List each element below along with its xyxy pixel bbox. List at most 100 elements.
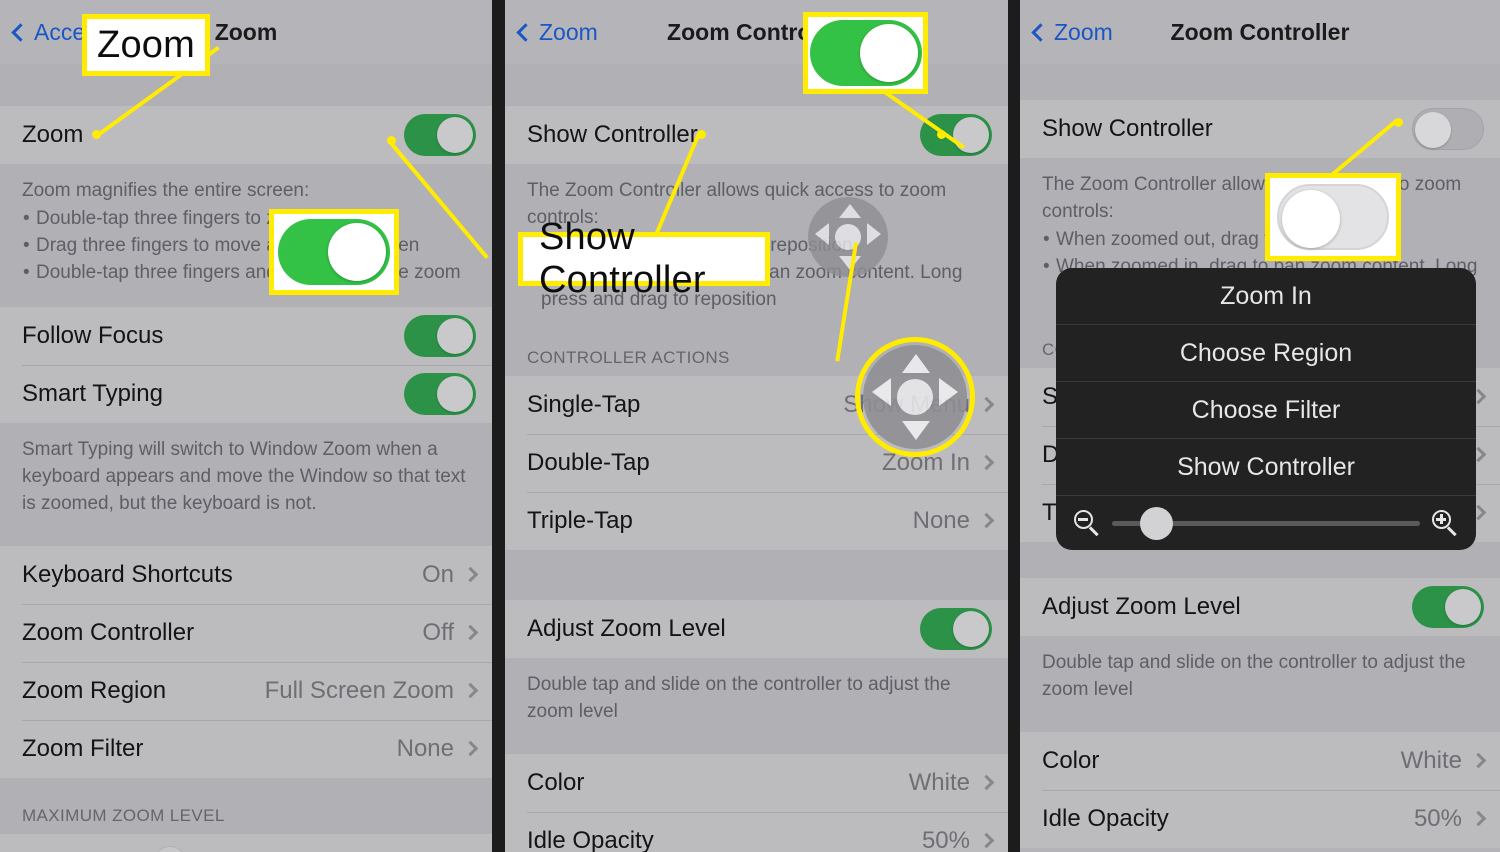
show-controller-toggle-magnified[interactable]: [809, 20, 922, 86]
row-smart-typing[interactable]: Smart Typing: [0, 364, 492, 423]
row-zoom-filter-value: None: [396, 734, 454, 762]
zoom-out-icon[interactable]: [1074, 510, 1100, 536]
zoom-options-group: Keyboard Shortcuts On Zoom Controller Of…: [0, 545, 492, 778]
zoom-controller-popup-menu[interactable]: Zoom In Choose Region Choose Filter Show…: [1056, 268, 1476, 550]
row-adjust-zoom-level[interactable]: Adjust Zoom Level: [505, 599, 1008, 658]
zoom-toggle[interactable]: [404, 114, 476, 156]
row-single-tap-label: Single-Tap: [527, 390, 641, 418]
row-idle-opacity-label: Idle Opacity: [1042, 804, 1169, 832]
row-keyboard-shortcuts[interactable]: Keyboard Shortcuts On: [0, 545, 492, 604]
zoom-group: Zoom: [0, 106, 492, 164]
chevron-right-icon: [462, 683, 479, 699]
appearance-group: Color White Idle Opacity 50%: [1020, 731, 1500, 848]
zoom-footnote-bullet-2: Drag three fingers to move around the sc…: [22, 233, 470, 260]
back-button-label: Zoom: [539, 18, 598, 45]
zoom-slider-track[interactable]: [1112, 506, 1420, 540]
smart-typing-toggle[interactable]: [404, 372, 476, 415]
row-idle-opacity[interactable]: Idle Opacity 50%: [505, 811, 1008, 852]
toggle-knob: [1415, 112, 1451, 148]
chevron-right-icon: [462, 741, 479, 757]
row-show-controller[interactable]: Show Controller: [1020, 100, 1500, 158]
row-adjust-zoom-level-label: Adjust Zoom Level: [527, 614, 726, 642]
popup-zoom-level-slider[interactable]: [1056, 496, 1476, 550]
show-controller-toggle[interactable]: [1412, 108, 1484, 150]
joystick-left-arrow-icon[interactable]: [815, 223, 829, 245]
row-zoom-controller[interactable]: Zoom Controller Off: [0, 603, 492, 662]
back-button-zoom[interactable]: Zoom: [505, 19, 598, 46]
row-idle-opacity[interactable]: Idle Opacity 50%: [1020, 789, 1500, 848]
callout-anchor-dot-toggle: [1394, 118, 1403, 127]
row-zoom-region[interactable]: Zoom Region Full Screen Zoom: [0, 661, 492, 720]
chevron-right-icon: [1470, 753, 1487, 769]
zoom-footnote-bullet-3: Double-tap three fingers and drag to cha…: [22, 260, 470, 287]
chevron-right-icon: [462, 567, 479, 583]
max-zoom-level-slider-row[interactable]: 5.5: [0, 833, 492, 852]
adjust-zoom-level-toggle[interactable]: [920, 607, 992, 650]
toggle-knob: [437, 117, 473, 153]
row-color[interactable]: Color White: [1020, 731, 1500, 790]
list-top-gap: [1020, 64, 1500, 100]
row-zoom-label: Zoom: [22, 121, 84, 148]
zoom-in-icon[interactable]: [1432, 510, 1458, 536]
row-adjust-zoom-level-label: Adjust Zoom Level: [1042, 592, 1241, 620]
joystick-up-arrow-icon[interactable]: [839, 204, 861, 218]
row-triple-tap[interactable]: Triple-Tap None: [505, 491, 1008, 550]
magnifier-handle: [1089, 526, 1099, 536]
magnifier-handle: [1447, 526, 1457, 536]
row-color[interactable]: Color White: [505, 753, 1008, 812]
popup-item-choose-filter[interactable]: Choose Filter: [1056, 382, 1476, 439]
row-zoom-filter[interactable]: Zoom Filter None: [0, 719, 492, 778]
row-show-controller-label: Show Controller: [1042, 115, 1213, 142]
popup-item-show-controller[interactable]: Show Controller: [1056, 439, 1476, 496]
row-idle-opacity-value: 50%: [1413, 804, 1462, 832]
callout-show-controller-toggle-off: [1265, 173, 1401, 261]
max-zoom-level-header: MAXIMUM ZOOM LEVEL: [0, 777, 492, 834]
row-follow-focus-label: Follow Focus: [22, 321, 164, 349]
list-top-gap: [505, 64, 1008, 106]
row-zoom[interactable]: Zoom: [0, 106, 492, 164]
row-color-value: White: [1400, 746, 1462, 774]
zoom-slider-knob[interactable]: [1140, 506, 1173, 540]
show-controller-toggle[interactable]: [920, 114, 992, 156]
plus-sign-vertical: [1440, 514, 1443, 525]
group-gap: [505, 549, 1008, 600]
zoom-footnote-bullet-1: Double-tap three fingers to zoom: [22, 206, 470, 233]
chevron-left-icon: [1031, 22, 1050, 42]
max-zoom-slider-knob[interactable]: [153, 846, 187, 852]
row-zoom-controller-label: Zoom Controller: [22, 618, 195, 646]
row-follow-focus[interactable]: Follow Focus: [0, 306, 492, 365]
smart-typing-footnote: Smart Typing will switch to Window Zoom …: [0, 422, 492, 546]
popup-item-zoom-in[interactable]: Zoom In: [1056, 268, 1476, 325]
adjust-zoom-group: Adjust Zoom Level: [505, 599, 1008, 658]
chevron-right-icon: [978, 397, 995, 413]
callout-show-controller-toggle: [803, 12, 928, 94]
popup-item-choose-region[interactable]: Choose Region: [1056, 325, 1476, 382]
focus-typing-group: Follow Focus Smart Typing: [0, 306, 492, 423]
zoom-footnote-intro: Zoom magnifies the entire screen:: [22, 180, 310, 201]
row-double-tap-label: Double-Tap: [527, 448, 650, 476]
zoom-toggle-magnified[interactable]: [278, 219, 390, 285]
chevron-right-icon: [1470, 811, 1487, 827]
row-idle-opacity-value: 50%: [921, 826, 970, 852]
callout-anchor-dot-toggle: [387, 136, 396, 145]
chevron-right-icon: [978, 775, 995, 791]
row-show-controller-label: Show Controller: [527, 121, 698, 148]
row-show-controller[interactable]: Show Controller: [505, 106, 1008, 164]
row-adjust-zoom-level[interactable]: Adjust Zoom Level: [1020, 577, 1500, 636]
zoom-controller-joystick[interactable]: [808, 197, 888, 277]
chevron-right-icon: [462, 625, 479, 641]
show-controller-toggle-magnified[interactable]: [1277, 184, 1389, 250]
chevron-right-icon: [978, 513, 995, 529]
navigation-bar: Zoom Zoom Controller: [505, 0, 1008, 64]
joystick-right-arrow-icon[interactable]: [867, 223, 881, 245]
callout-anchor-dot-title: [92, 130, 101, 139]
adjust-zoom-level-toggle[interactable]: [1412, 585, 1484, 628]
toggle-knob: [437, 375, 473, 412]
back-button-zoom[interactable]: Zoom: [1020, 19, 1113, 46]
follow-focus-toggle[interactable]: [404, 314, 476, 357]
callout-ring-joystick: [855, 337, 975, 457]
zoom-footnote: Zoom magnifies the entire screen: Double…: [0, 164, 492, 307]
chevron-left-icon: [516, 22, 535, 42]
chevron-right-icon: [978, 455, 995, 471]
navigation-bar: Zoom Zoom Controller: [1020, 0, 1500, 64]
